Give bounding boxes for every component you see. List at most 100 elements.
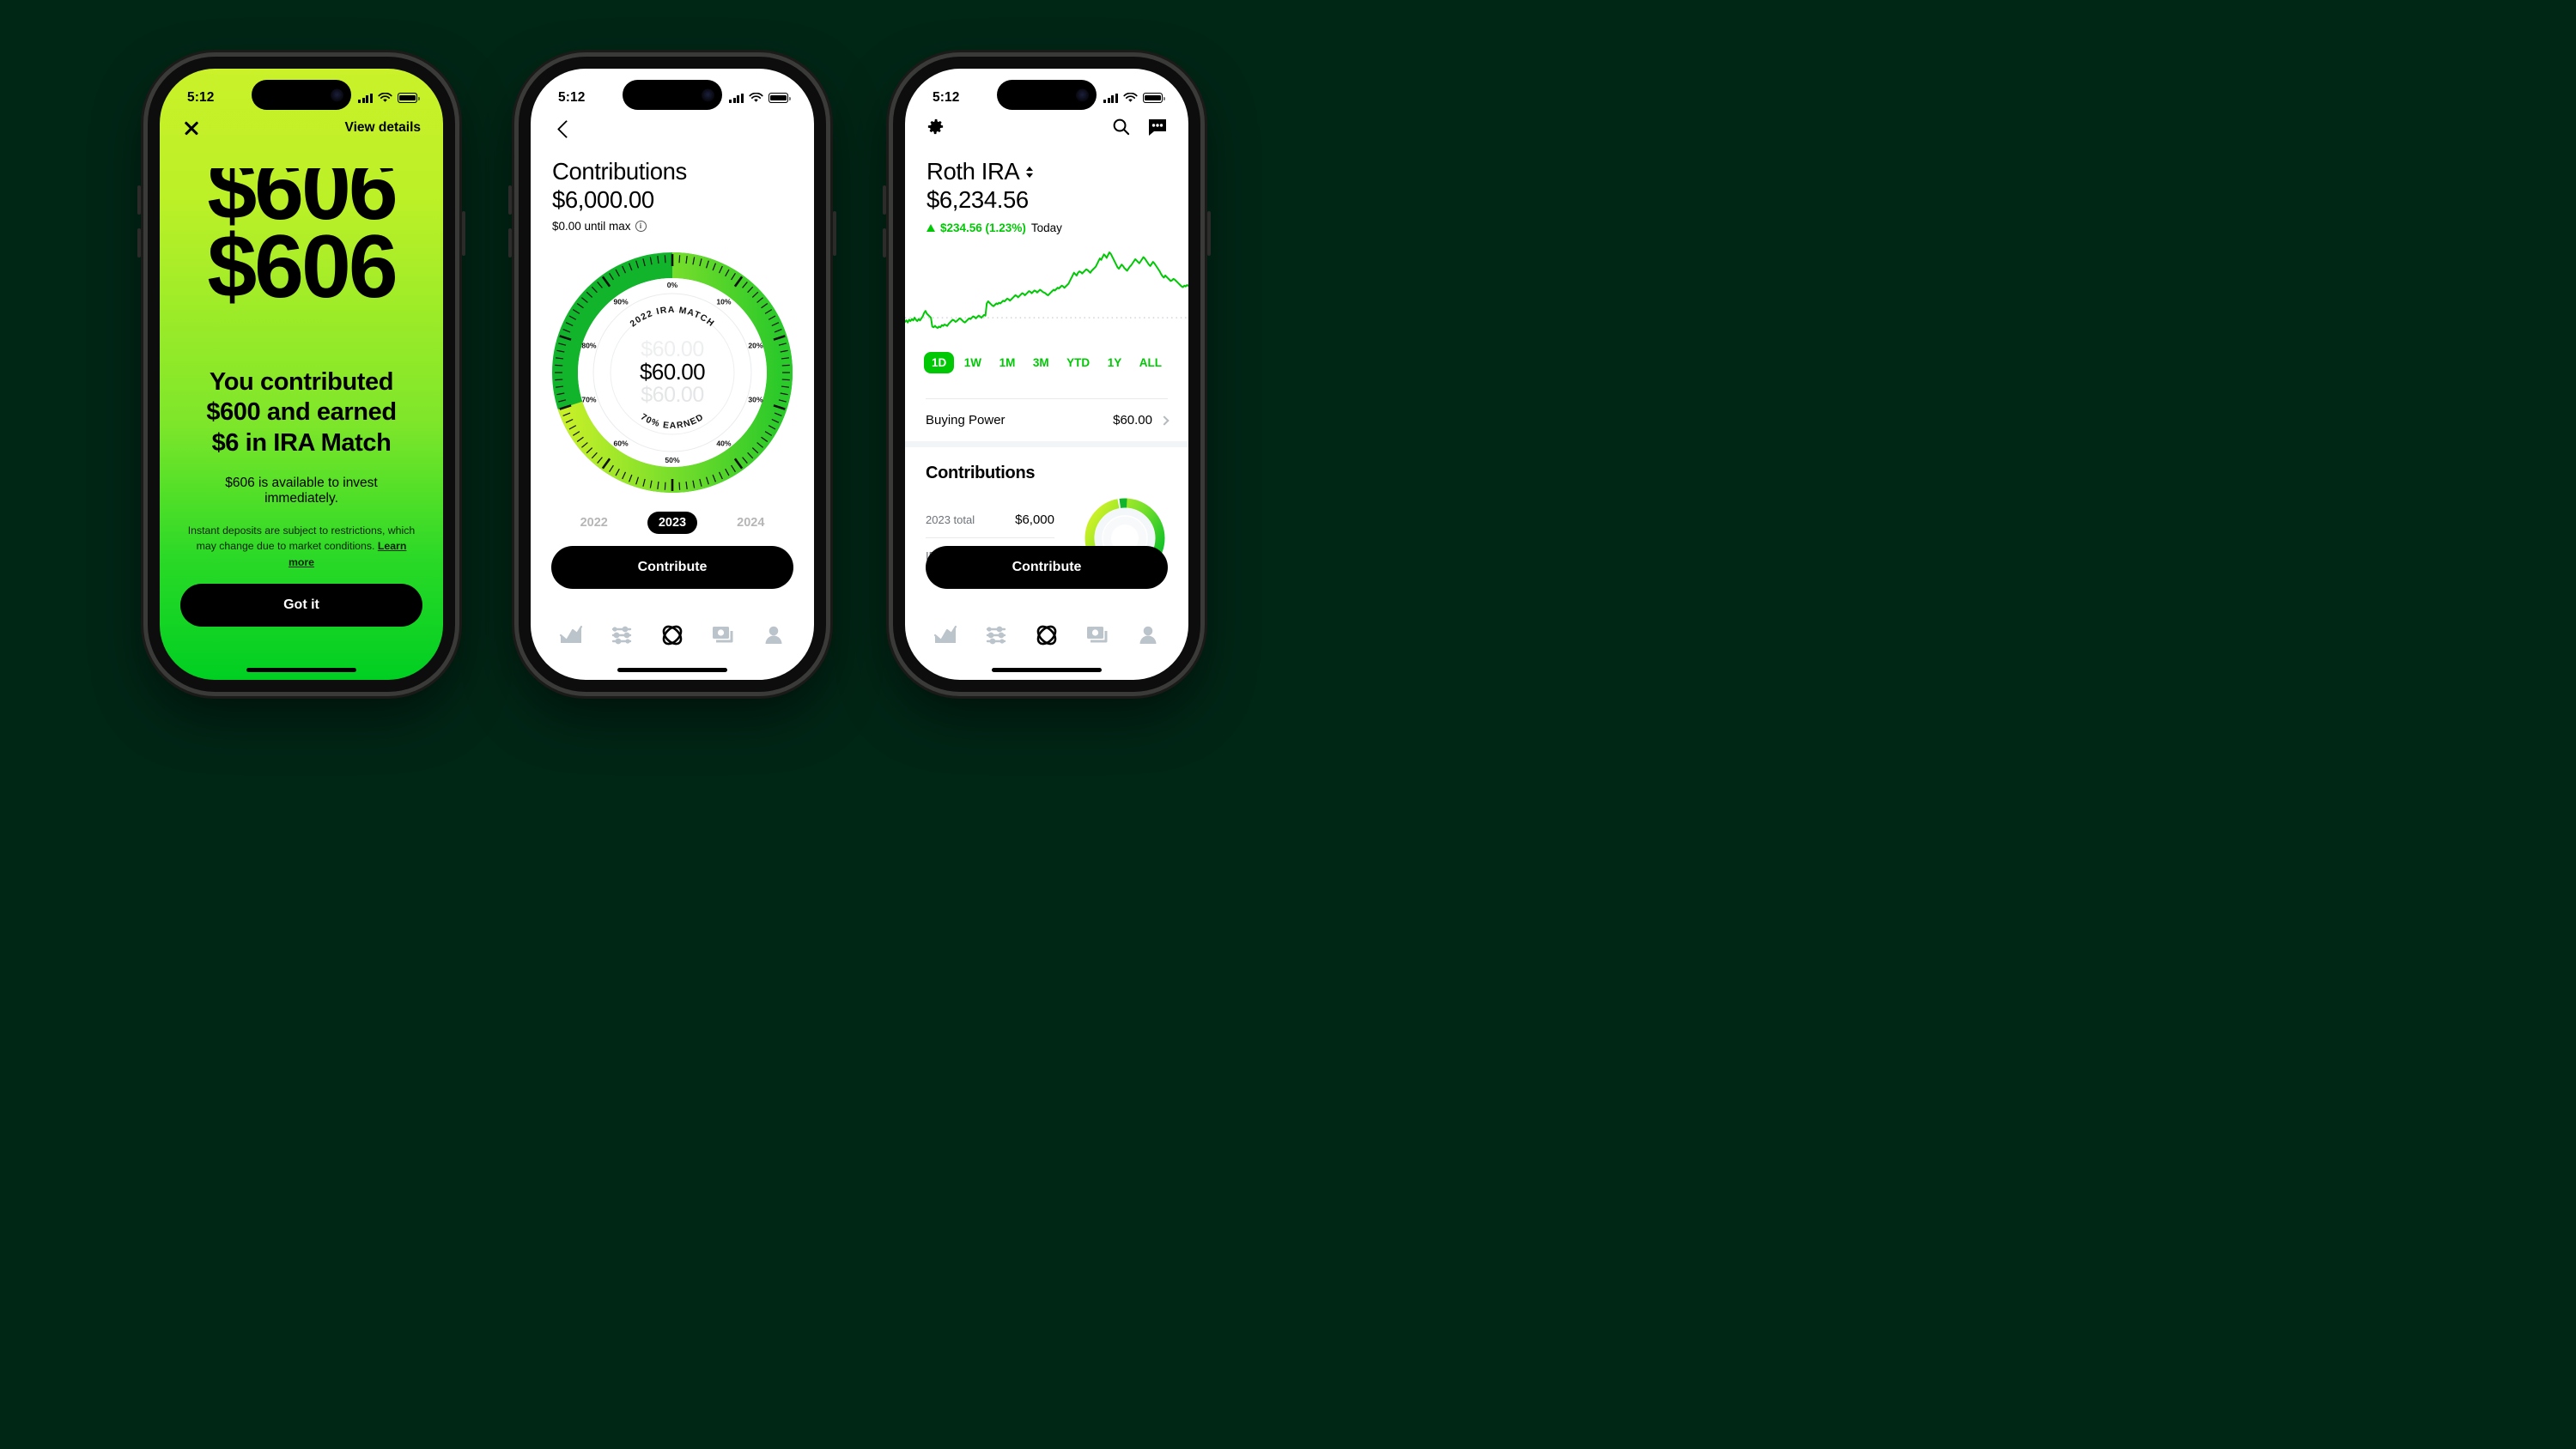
- person-icon[interactable]: [1136, 624, 1160, 646]
- headline: You contributed $600 and earned $6 in IR…: [206, 368, 397, 457]
- year-option-2023[interactable]: 2023: [647, 512, 698, 534]
- view-details-link[interactable]: View details: [345, 120, 421, 136]
- home-indicator[interactable]: [617, 668, 727, 672]
- phone-2-contributions: 5:12 Contributions $6,000.00 $0.00 until: [508, 57, 836, 692]
- subheadline: $606 is available to invest immediately.: [225, 476, 378, 506]
- phone-1-screen: 5:12 View details $606 $606 You contribu…: [160, 69, 443, 680]
- volume-up-button[interactable]: [883, 185, 886, 215]
- power-button[interactable]: [1207, 211, 1211, 256]
- network-nodes-icon[interactable]: [610, 624, 634, 646]
- contribute-button[interactable]: Contribute: [926, 546, 1168, 589]
- performance-chart-svg: [905, 251, 1188, 330]
- volume-down-button[interactable]: [508, 228, 512, 258]
- buying-power-label: Buying Power: [926, 413, 1005, 427]
- status-bar: 5:12: [531, 69, 814, 112]
- contributions-amount: $6,000.00: [552, 186, 654, 213]
- power-button[interactable]: [833, 211, 836, 256]
- banknote-icon[interactable]: [711, 624, 735, 646]
- gauge-center-stack: $60.00 $60.00 $60.00: [550, 251, 794, 494]
- year-option-2022[interactable]: 2022: [580, 516, 608, 530]
- volume-down-button[interactable]: [883, 228, 886, 258]
- change-value: $234.56 (1.23%): [940, 221, 1026, 234]
- range-all[interactable]: ALL: [1132, 352, 1170, 373]
- banknote-icon[interactable]: [1085, 624, 1109, 646]
- status-bar-time: 5:12: [558, 90, 586, 105]
- volume-up-button[interactable]: [508, 185, 512, 215]
- signal-bars-icon: [1103, 93, 1118, 103]
- phone-2-cta: Contribute: [551, 546, 793, 589]
- info-icon[interactable]: i: [635, 221, 647, 232]
- atom-icon[interactable]: [659, 623, 685, 647]
- account-change-row: $234.56 (1.23%) Today: [927, 221, 1167, 234]
- battery-icon: [398, 93, 420, 103]
- account-name: Roth IRA: [927, 158, 1020, 185]
- phone-3-cta: Contribute: [926, 546, 1168, 589]
- gauge-center-ghost-top: $60.00: [641, 336, 704, 361]
- performance-chart[interactable]: [905, 246, 1188, 335]
- person-icon[interactable]: [762, 624, 786, 646]
- triangle-up-icon: [927, 224, 935, 232]
- range-1w[interactable]: 1W: [957, 352, 989, 373]
- phone-1-topbar: View details: [160, 118, 443, 137]
- status-bar: 5:12: [905, 69, 1188, 112]
- buying-power-row[interactable]: Buying Power $60.00: [926, 398, 1170, 427]
- change-period: Today: [1030, 221, 1062, 234]
- gear-icon[interactable]: [926, 117, 945, 136]
- disclaimer-text: Instant deposits are subject to restrict…: [180, 523, 422, 584]
- row-value: $6,000: [1015, 512, 1054, 527]
- atom-icon[interactable]: [1034, 623, 1060, 647]
- chevron-right-icon: [1159, 415, 1170, 426]
- year-selector: 2022 2023 2024: [531, 512, 814, 534]
- bottom-tab-bar: [905, 615, 1188, 656]
- wifi-icon: [378, 93, 392, 102]
- phone-3-account: 5:12 Roth IRA $6,234.56 $234.56 (1.23%) …: [883, 57, 1211, 692]
- volume-down-button[interactable]: [137, 228, 141, 258]
- wifi-icon: [749, 93, 763, 102]
- phone-2-screen: 5:12 Contributions $6,000.00 $0.00 until: [531, 69, 814, 680]
- close-icon[interactable]: [182, 118, 201, 137]
- home-indicator[interactable]: [992, 668, 1102, 672]
- year-option-2024[interactable]: 2024: [737, 516, 764, 530]
- search-icon[interactable]: [1111, 117, 1131, 136]
- gauge-center-ghost-bottom: $60.00: [641, 382, 704, 407]
- row-label: 2023 total: [926, 513, 975, 526]
- status-bar-time: 5:12: [187, 90, 215, 105]
- phone-3-topbar: [926, 117, 1168, 136]
- contributions-header: Contributions $6,000.00 $0.00 until max …: [552, 158, 793, 233]
- account-balance: $6,234.56: [927, 186, 1029, 213]
- range-ytd[interactable]: YTD: [1059, 352, 1097, 373]
- status-bar-time: 5:12: [933, 90, 960, 105]
- status-bar: 5:12: [160, 69, 443, 112]
- home-indicator[interactable]: [246, 668, 356, 672]
- phone-1-footer: Instant deposits are subject to restrict…: [160, 523, 443, 627]
- phone-3-screen: 5:12 Roth IRA $6,234.56 $234.56 (1.23%) …: [905, 69, 1188, 680]
- range-3m[interactable]: 3M: [1025, 352, 1057, 373]
- range-1d[interactable]: 1D: [924, 352, 955, 373]
- screenshot-canvas: 5:12 View details $606 $606 You contribu…: [0, 0, 2576, 1449]
- phone-1-headline-block: You contributed $600 and earned $6 in IR…: [160, 367, 443, 506]
- bottom-tab-bar: [531, 615, 814, 656]
- caret-up-down-icon[interactable]: [1026, 166, 1034, 178]
- signal-bars-icon: [358, 93, 373, 103]
- back-chevron-icon[interactable]: [551, 118, 575, 142]
- range-1m[interactable]: 1M: [992, 352, 1024, 373]
- got-it-button[interactable]: Got it: [180, 584, 422, 627]
- chart-trending-icon[interactable]: [933, 624, 957, 646]
- chat-bubble-icon[interactable]: [1147, 118, 1168, 136]
- network-nodes-icon[interactable]: [984, 624, 1008, 646]
- until-max-text: $0.00 until max: [552, 220, 631, 233]
- contribute-button[interactable]: Contribute: [551, 546, 793, 589]
- power-button[interactable]: [462, 211, 465, 256]
- contributions-title: Contributions: [926, 464, 1036, 482]
- account-name-row[interactable]: Roth IRA: [927, 158, 1167, 185]
- page-title: Contributions: [552, 158, 687, 185]
- chart-trending-icon[interactable]: [559, 624, 583, 646]
- range-1y[interactable]: 1Y: [1100, 352, 1130, 373]
- volume-up-button[interactable]: [137, 185, 141, 215]
- gauge-center-value: $60.00: [640, 359, 706, 385]
- buying-power-value: $60.00: [1113, 413, 1152, 427]
- section-divider: [905, 441, 1188, 447]
- ira-match-gauge: 0% 10% 20% 30% 40% 50% 60% 70% 80% 90% 2022 IRA M…: [550, 251, 794, 494]
- hero-amount-pattern: $606 $606 $606: [160, 168, 443, 347]
- phone-1-promo: 5:12 View details $606 $606 You contribu…: [137, 57, 465, 692]
